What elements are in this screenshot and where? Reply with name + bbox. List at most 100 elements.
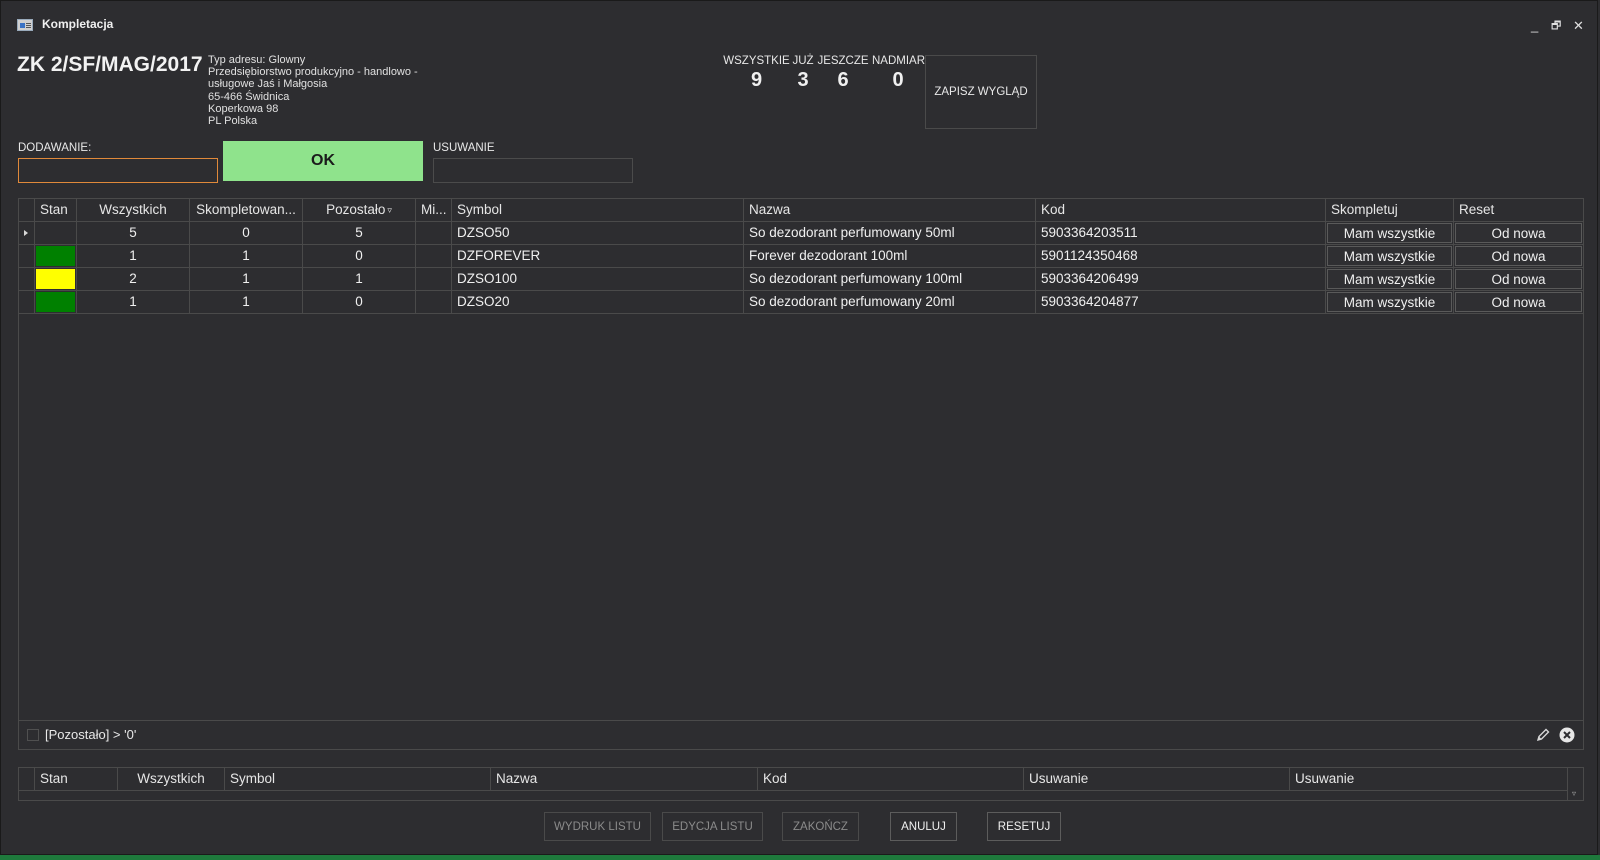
remove-label: USUWANIE	[433, 142, 495, 154]
complete-all-button[interactable]: Mam wszystkie	[1327, 292, 1452, 312]
reset-button[interactable]: RESETUJ	[987, 812, 1061, 841]
column-header-pozostalo[interactable]: Pozostało ▿	[303, 199, 416, 222]
skompletowane-cell: 1	[190, 291, 303, 314]
column-header-pozostalo-label: Pozostało	[326, 202, 386, 217]
reset-row-button[interactable]: Od nowa	[1455, 223, 1582, 243]
symbol-cell: DZSO20	[452, 291, 744, 314]
restore-button[interactable]: 🗗	[1551, 19, 1561, 33]
column-header-stan[interactable]: Stan	[35, 768, 118, 791]
skompletuj-cell: Mam wszystkie	[1326, 268, 1454, 291]
filter-bar: [Pozostało] > '0'	[19, 720, 1583, 749]
row-selector[interactable]	[19, 222, 35, 245]
save-layout-button[interactable]: ZAPISZ WYGLĄD	[925, 55, 1037, 129]
kod-cell: 5903364204877	[1036, 291, 1326, 314]
row-selector[interactable]	[19, 245, 35, 268]
status-swatch	[36, 246, 75, 266]
address-block: Typ adresu: Glowny Przedsiębiorstwo prod…	[208, 54, 428, 127]
column-header-skompletuj[interactable]: Skompletuj	[1326, 199, 1454, 222]
complete-all-button[interactable]: Mam wszystkie	[1327, 246, 1452, 266]
column-header-nazwa[interactable]: Nazwa	[744, 199, 1036, 222]
stat-value: 6	[837, 69, 849, 91]
mi-cell	[416, 268, 452, 291]
stan-cell	[35, 268, 77, 291]
filter-icon[interactable]: ▿	[387, 205, 392, 215]
column-header-kod[interactable]: Kod	[1036, 199, 1326, 222]
remove-input[interactable]	[433, 158, 633, 183]
finish-button[interactable]: ZAKOŃCZ	[782, 812, 859, 841]
row-selector-header	[19, 199, 35, 222]
column-header-skompletowane[interactable]: Skompletowan...	[190, 199, 303, 222]
stat-value: 3	[797, 69, 809, 91]
table-row[interactable]: 1 1 0 DZFOREVER Forever dezodorant 100ml…	[19, 245, 1583, 268]
items-grid: Stan Wszystkich Skompletowan... Pozostał…	[18, 198, 1584, 750]
cancel-button[interactable]: ANULUJ	[890, 812, 957, 841]
scroll-down-icon[interactable]: ▿	[1572, 789, 1576, 798]
stan-cell	[35, 222, 77, 245]
skompletuj-cell: Mam wszystkie	[1326, 291, 1454, 314]
column-header-wszystkich[interactable]: Wszystkich	[118, 768, 225, 791]
column-header-symbol[interactable]: Symbol	[225, 768, 491, 791]
reset-cell: Od nowa	[1454, 291, 1583, 314]
column-header-usuwanie[interactable]: Usuwanie	[1024, 768, 1290, 791]
symbol-cell: DZSO50	[452, 222, 744, 245]
add-input[interactable]	[18, 158, 218, 183]
stat-label: JESZCZE	[817, 55, 869, 67]
column-header-usuwanie-2[interactable]: Usuwanie	[1290, 768, 1567, 791]
nazwa-cell: So dezodorant perfumowany 100ml	[744, 268, 1036, 291]
wszystkich-cell: 2	[77, 268, 190, 291]
symbol-cell: DZFOREVER	[452, 245, 744, 268]
close-button[interactable]: ✕	[1573, 19, 1584, 33]
column-header-reset[interactable]: Reset	[1454, 199, 1583, 222]
edit-list-button[interactable]: EDYCJA LISTU	[662, 812, 763, 841]
status-swatch	[36, 223, 75, 243]
table-row[interactable]: 1 1 0 DZSO20 So dezodorant perfumowany 2…	[19, 291, 1583, 314]
skompletowane-cell: 1	[190, 268, 303, 291]
reset-row-button[interactable]: Od nowa	[1455, 246, 1582, 266]
column-header-nazwa[interactable]: Nazwa	[491, 768, 758, 791]
column-header-stan[interactable]: Stan	[35, 199, 77, 222]
complete-all-button[interactable]: Mam wszystkie	[1327, 223, 1452, 243]
stat-already: JUŻ 3	[791, 55, 815, 92]
filter-enable-checkbox[interactable]	[27, 729, 39, 741]
print-list-button[interactable]: WYDRUK LISTU	[544, 812, 651, 841]
address-line: PL Polska	[208, 115, 258, 128]
table-row[interactable]: 2 1 1 DZSO100 So dezodorant perfumowany …	[19, 268, 1583, 291]
row-selector[interactable]	[19, 268, 35, 291]
stat-all: WSZYSTKIE 9	[723, 55, 790, 92]
address-line: 65-466 Świdnica	[208, 90, 290, 103]
column-header-kod[interactable]: Kod	[758, 768, 1024, 791]
removal-grid: Stan Wszystkich Symbol Nazwa Kod Usuwani…	[18, 767, 1584, 801]
vertical-scrollbar[interactable]: ▿	[1567, 768, 1583, 800]
document-number: ZK 2/SF/MAG/2017	[17, 53, 203, 76]
reset-cell: Od nowa	[1454, 245, 1583, 268]
column-header-symbol[interactable]: Symbol	[452, 199, 744, 222]
reset-row-button[interactable]: Od nowa	[1455, 292, 1582, 312]
stat-remaining: JESZCZE 6	[817, 55, 869, 92]
stat-value: 9	[750, 69, 763, 91]
stat-label: JUŻ	[792, 55, 814, 67]
skompletowane-cell: 1	[190, 245, 303, 268]
clear-filter-icon[interactable]	[1559, 727, 1575, 743]
ok-button[interactable]: OK	[223, 141, 423, 181]
complete-all-button[interactable]: Mam wszystkie	[1327, 269, 1452, 289]
mi-cell	[416, 291, 452, 314]
pozostalo-cell: 0	[303, 291, 416, 314]
app-icon	[17, 19, 33, 31]
column-header-mi[interactable]: Mi...	[416, 199, 452, 222]
status-swatch	[36, 292, 75, 312]
current-row-arrow-icon	[24, 230, 28, 236]
row-selector[interactable]	[19, 291, 35, 314]
column-header-wszystkich[interactable]: Wszystkich	[77, 199, 190, 222]
address-line: Przedsiębiorstwo produkcyjno - handlowo …	[208, 66, 418, 79]
table-row[interactable]: 5 0 5 DZSO50 So dezodorant perfumowany 5…	[19, 222, 1583, 245]
filter-expression[interactable]: [Pozostało] > '0'	[45, 727, 136, 742]
row-selector-header	[19, 768, 35, 791]
edit-filter-icon[interactable]	[1535, 727, 1551, 743]
stat-value: 0	[892, 69, 904, 91]
add-label: DODAWANIE:	[18, 142, 92, 154]
symbol-cell: DZSO100	[452, 268, 744, 291]
grid-header-row: Stan Wszystkich Skompletowan... Pozostał…	[19, 199, 1583, 222]
wszystkich-cell: 1	[77, 245, 190, 268]
reset-row-button[interactable]: Od nowa	[1455, 269, 1582, 289]
minimize-button[interactable]: _	[1531, 19, 1538, 33]
